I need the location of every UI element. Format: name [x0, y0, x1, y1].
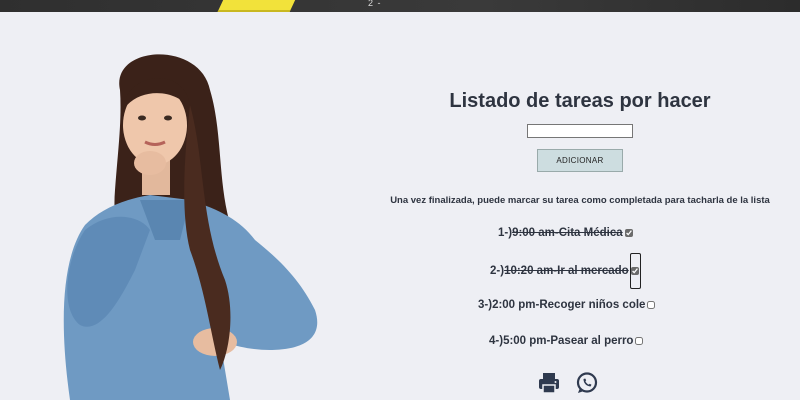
checkbox-focus-ring — [629, 253, 641, 289]
header-banner-image: 2 - — [0, 0, 800, 12]
task-text: 9:00 am-Cita Médica — [512, 227, 623, 239]
action-icons — [537, 371, 599, 395]
add-task-button[interactable]: ADICIONAR — [537, 149, 623, 172]
task-checkbox[interactable] — [647, 301, 656, 309]
task-text: 10:20 am-Ir al mercado — [504, 265, 629, 277]
task-item: 4-) 5:00 pm-Pasear al perro — [489, 335, 644, 347]
whatsapp-icon[interactable] — [575, 371, 599, 395]
page-title: Listado de tareas por hacer — [449, 90, 711, 112]
task-item: 1-) 9:00 am-Cita Médica — [498, 227, 633, 239]
todo-app: Listado de tareas por hacer ADICIONAR Un… — [360, 88, 800, 206]
task-text: 5:00 pm-Pasear al perro — [503, 335, 634, 347]
task-prefix: 2-) — [490, 265, 505, 277]
task-prefix: 3-) — [478, 299, 493, 311]
thinking-woman-illustration — [63, 54, 318, 400]
task-checkbox[interactable] — [635, 337, 644, 345]
task-prefix: 1-) — [498, 227, 513, 239]
task-item: 2-) 10:20 am-Ir al mercado — [490, 253, 641, 289]
task-input[interactable] — [527, 124, 633, 138]
sticky-note-graphic — [217, 0, 299, 12]
task-text: 2:00 pm-Recoger niños cole — [492, 299, 646, 311]
banner-chalk-text: 2 - — [368, 0, 382, 8]
task-prefix: 4-) — [489, 335, 504, 347]
task-item: 3-) 2:00 pm-Recoger niños cole — [478, 299, 656, 311]
printer-icon[interactable] — [537, 371, 561, 395]
instructions-text: Una vez finalizada, puede marcar su tare… — [390, 195, 770, 206]
task-checkbox[interactable] — [624, 229, 633, 237]
task-checkbox[interactable] — [631, 267, 640, 275]
